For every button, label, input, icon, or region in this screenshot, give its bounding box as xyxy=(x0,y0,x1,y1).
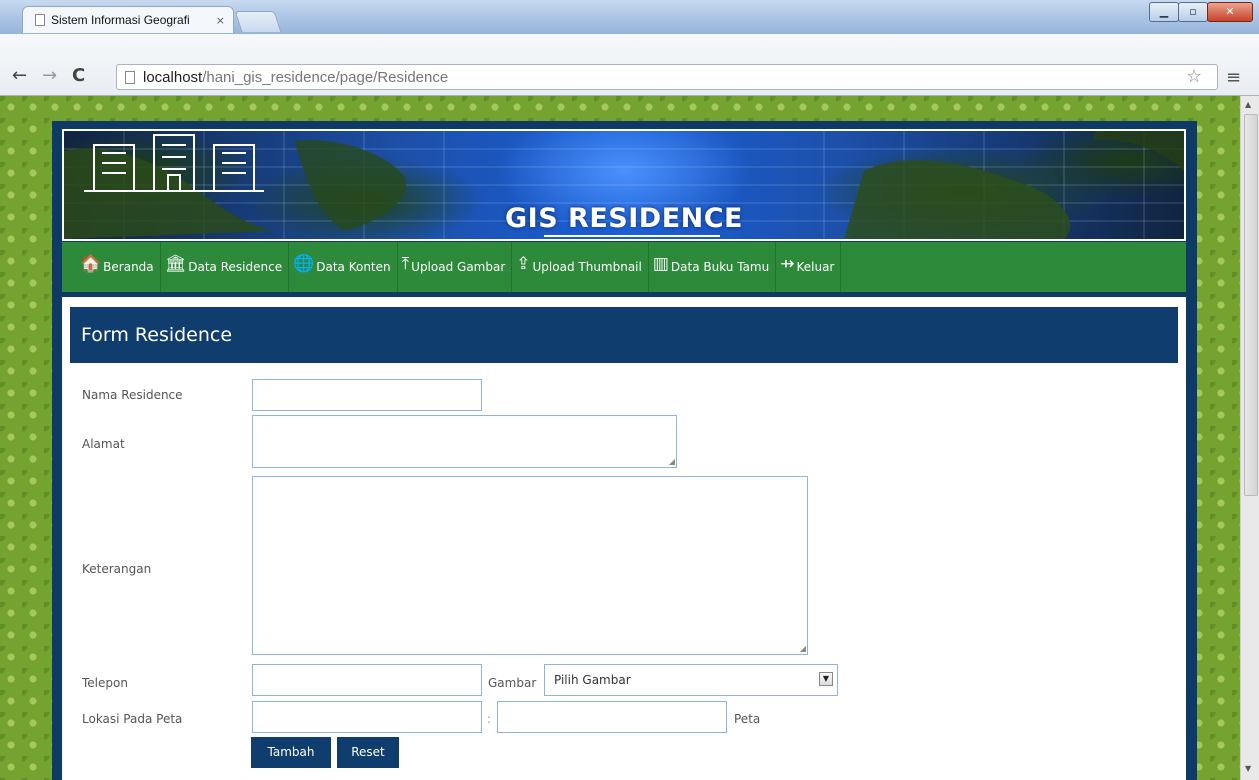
telepon-label: Telepon xyxy=(82,676,128,690)
header-banner: GIS RESIDENCE xyxy=(62,129,1186,241)
coordinate-separator: : xyxy=(487,712,492,726)
resize-grip-icon[interactable]: ◢ xyxy=(800,645,806,653)
longitude-input[interactable] xyxy=(497,701,727,733)
scroll-down-icon[interactable]: ▼ xyxy=(1245,764,1251,773)
close-window-button[interactable]: ✕ xyxy=(1207,2,1253,22)
minimize-button[interactable]: ▁ xyxy=(1149,2,1179,22)
menu-icon[interactable]: ≡ xyxy=(1226,67,1241,88)
institution-icon: 🏛 xyxy=(164,253,187,274)
peta-link[interactable]: Peta xyxy=(734,712,760,726)
page-icon xyxy=(35,14,45,26)
browser-tab[interactable]: Sistem Informasi Geografi × xyxy=(22,6,234,33)
cloud-upload-icon: ⤒ xyxy=(401,253,410,274)
nav-item-data-buku-tamu[interactable]: ▥ Data Buku Tamu xyxy=(649,242,777,292)
main-navbar: 🏠 Beranda 🏛 Data Residence 🌐 Data Konten… xyxy=(62,242,1186,292)
forward-icon[interactable]: → xyxy=(42,66,57,86)
nav-item-label: Upload Thumbnail xyxy=(532,260,642,274)
back-icon[interactable]: ← xyxy=(12,66,27,86)
url-path: /hani_gis_residence/page/Residence xyxy=(202,68,449,86)
book-icon: ▥ xyxy=(652,253,669,274)
home-icon: 🏠 xyxy=(80,253,102,274)
nav-item-label: Keluar xyxy=(796,260,835,274)
vertical-scrollbar[interactable]: ▲ ▼ xyxy=(1240,96,1259,780)
tambah-button[interactable]: Tambah xyxy=(251,737,331,768)
tab-title: Sistem Informasi Geografi xyxy=(51,13,190,27)
telepon-input[interactable] xyxy=(252,664,482,696)
scroll-up-icon[interactable]: ▲ xyxy=(1245,100,1251,109)
nav-item-upload-gambar[interactable]: ⤒ Upload Gambar xyxy=(398,242,513,292)
window-titlebar: Sistem Informasi Geografi × ▁ ▫ ✕ xyxy=(0,0,1259,34)
page-icon xyxy=(125,70,135,84)
reload-icon[interactable]: C xyxy=(72,66,85,86)
keterangan-label: Keterangan xyxy=(82,562,152,576)
form-title: Form Residence xyxy=(70,307,1178,363)
url-host: localhost xyxy=(143,68,203,86)
resize-grip-icon[interactable]: ◢ xyxy=(669,458,675,466)
nama-residence-input[interactable] xyxy=(252,379,482,411)
nav-item-label: Beranda xyxy=(103,260,154,274)
nav-item-data-konten[interactable]: 🌐 Data Konten xyxy=(289,242,398,292)
nav-item-keluar[interactable]: ⇸ Keluar xyxy=(776,242,842,292)
dropdown-arrow-icon[interactable]: ▼ xyxy=(819,672,833,686)
nav-item-upload-thumbnail[interactable]: ⇪ Upload Thumbnail xyxy=(512,242,649,292)
upload-icon: ⇪ xyxy=(516,253,531,274)
gambar-selected-value: Pilih Gambar xyxy=(554,673,631,687)
nav-item-label: Upload Gambar xyxy=(411,260,506,274)
reset-button[interactable]: Reset xyxy=(337,737,399,768)
title-underline xyxy=(544,235,720,237)
window-controls: ▁ ▫ ✕ xyxy=(1149,2,1253,22)
site-title: GIS RESIDENCE xyxy=(505,203,743,234)
tab-close-icon[interactable]: × xyxy=(216,14,225,27)
nav-item-label: Data Konten xyxy=(316,260,391,274)
building-logo-icon xyxy=(84,134,264,192)
nav-item-beranda[interactable]: 🏠 Beranda xyxy=(76,242,161,292)
nav-item-data-residence[interactable]: 🏛 Data Residence xyxy=(161,242,290,292)
address-bar[interactable]: localhost/hani_gis_residence/page/Reside… xyxy=(116,64,1218,90)
new-tab-button[interactable] xyxy=(234,11,282,32)
lokasi-label: Lokasi Pada Peta xyxy=(82,712,183,726)
latitude-input[interactable] xyxy=(252,701,482,733)
logout-icon: ⇸ xyxy=(780,253,795,274)
alamat-label: Alamat xyxy=(82,437,125,451)
nav-item-label: Data Buku Tamu xyxy=(670,260,770,274)
gambar-label: Gambar xyxy=(488,676,537,690)
keterangan-textarea[interactable]: ◢ xyxy=(252,476,808,655)
maximize-button[interactable]: ▫ xyxy=(1178,2,1208,22)
bookmark-star-icon[interactable]: ☆ xyxy=(1186,66,1202,87)
gambar-select[interactable]: Pilih Gambar ▼ xyxy=(544,664,838,696)
globe-icon: 🌐 xyxy=(293,253,315,274)
nav-item-label: Data Residence xyxy=(188,260,283,274)
alamat-textarea[interactable]: ◢ xyxy=(252,415,677,468)
scroll-thumb[interactable] xyxy=(1244,114,1258,496)
nama-residence-label: Nama Residence xyxy=(82,388,183,402)
